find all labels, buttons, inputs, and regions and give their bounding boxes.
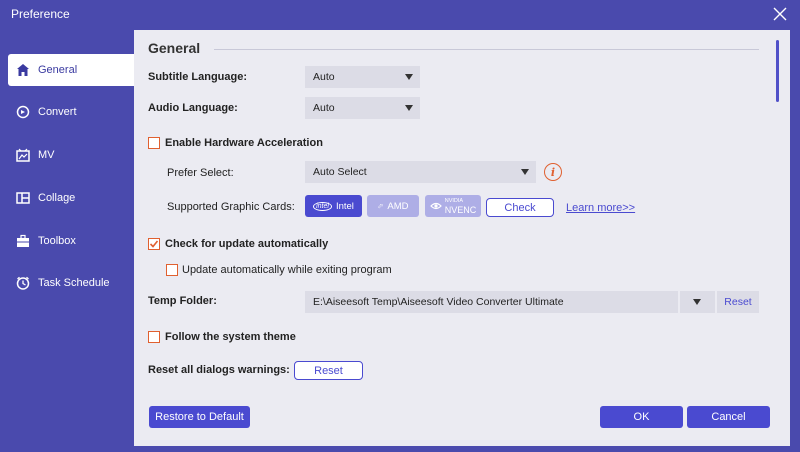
subtitle-language-value: Auto <box>313 71 335 83</box>
temp-folder-path[interactable]: E:\Aiseesoft Temp\Aiseesoft Video Conver… <box>305 291 678 313</box>
audio-language-select[interactable]: Auto <box>305 97 420 119</box>
clock-icon <box>15 275 31 291</box>
info-icon[interactable]: i <box>544 163 562 181</box>
update-on-exit-checkbox[interactable] <box>166 264 178 276</box>
intel-card-label: Intel <box>335 200 354 212</box>
temp-folder-dropdown[interactable] <box>680 291 715 313</box>
learn-more-link[interactable]: Learn more>> <box>566 202 635 214</box>
prefer-select-dropdown[interactable]: Auto Select <box>305 161 536 183</box>
update-on-exit-label: Update automatically while exiting progr… <box>182 264 392 276</box>
sidebar-item-toolbox[interactable]: Toolbox <box>8 225 134 257</box>
home-icon <box>15 62 31 78</box>
audio-language-label: Audio Language: <box>148 102 238 114</box>
sidebar-item-label: Toolbox <box>38 235 76 247</box>
temp-folder-reset-button[interactable]: Reset <box>717 291 759 313</box>
chevron-down-icon <box>405 74 413 80</box>
follow-theme-label: Follow the system theme <box>165 331 296 343</box>
subtitle-language-label: Subtitle Language: <box>148 71 247 83</box>
amd-card-label: AMD <box>387 200 409 212</box>
intel-chip-icon: intel <box>313 201 332 211</box>
sidebar-item-task-schedule[interactable]: Task Schedule <box>8 267 134 299</box>
section-divider <box>214 49 759 50</box>
sidebar-item-label: Convert <box>38 106 77 118</box>
hardware-acceleration-label: Enable Hardware Acceleration <box>165 137 323 149</box>
subtitle-language-select[interactable]: Auto <box>305 66 420 88</box>
title-bar: Preference <box>0 0 800 30</box>
restore-default-button[interactable]: Restore to Default <box>149 406 250 428</box>
convert-icon <box>15 104 31 120</box>
hardware-acceleration-checkbox[interactable] <box>148 137 160 149</box>
amd-logo-icon: ⬀ <box>377 203 384 210</box>
check-update-label: Check for update automatically <box>165 238 329 250</box>
check-update-checkbox[interactable] <box>148 238 160 250</box>
intel-card-button[interactable]: intel Intel <box>305 195 362 217</box>
nvidia-eye-icon <box>429 202 442 210</box>
nvenc-card-label: NVENC <box>444 205 477 215</box>
amd-card-button[interactable]: ⬀ AMD <box>367 195 419 217</box>
graphic-cards-label: Supported Graphic Cards: <box>167 201 295 213</box>
sidebar-item-label: General <box>38 64 78 76</box>
chevron-down-icon <box>405 105 413 111</box>
sidebar-item-label: Task Schedule <box>38 277 110 289</box>
check-button[interactable]: Check <box>486 198 554 217</box>
follow-theme-checkbox[interactable] <box>148 331 160 343</box>
section-title: General <box>148 40 201 56</box>
reset-dialogs-label: Reset all dialogs warnings: <box>148 364 290 376</box>
window-title: Preference <box>11 7 70 21</box>
reset-dialogs-button[interactable]: Reset <box>294 361 363 380</box>
sidebar: General Convert MV Collage Toolbox Task … <box>0 30 134 452</box>
scrollbar-thumb[interactable] <box>776 40 779 102</box>
chevron-down-icon <box>693 299 701 305</box>
sidebar-item-mv[interactable]: MV <box>8 139 134 171</box>
chevron-down-icon <box>521 169 529 175</box>
sidebar-item-label: MV <box>38 149 55 161</box>
cancel-button[interactable]: Cancel <box>687 406 770 428</box>
audio-language-value: Auto <box>313 102 335 114</box>
sidebar-item-label: Collage <box>38 192 76 204</box>
general-settings-panel: General Subtitle Language: Auto Audio La… <box>134 30 790 446</box>
sidebar-item-convert[interactable]: Convert <box>8 96 134 128</box>
collage-icon <box>15 190 31 206</box>
ok-button[interactable]: OK <box>600 406 683 428</box>
prefer-select-label: Prefer Select: <box>167 167 234 179</box>
sidebar-item-general[interactable]: General <box>8 54 134 86</box>
close-icon[interactable] <box>770 4 790 24</box>
checkmark-icon <box>149 240 159 248</box>
mv-icon <box>15 147 31 163</box>
temp-folder-label: Temp Folder: <box>148 295 217 307</box>
sidebar-item-collage[interactable]: Collage <box>8 182 134 214</box>
toolbox-icon <box>15 233 31 249</box>
nvenc-card-button[interactable]: NVIDIA NVENC <box>425 195 481 217</box>
prefer-select-value: Auto Select <box>313 166 367 178</box>
